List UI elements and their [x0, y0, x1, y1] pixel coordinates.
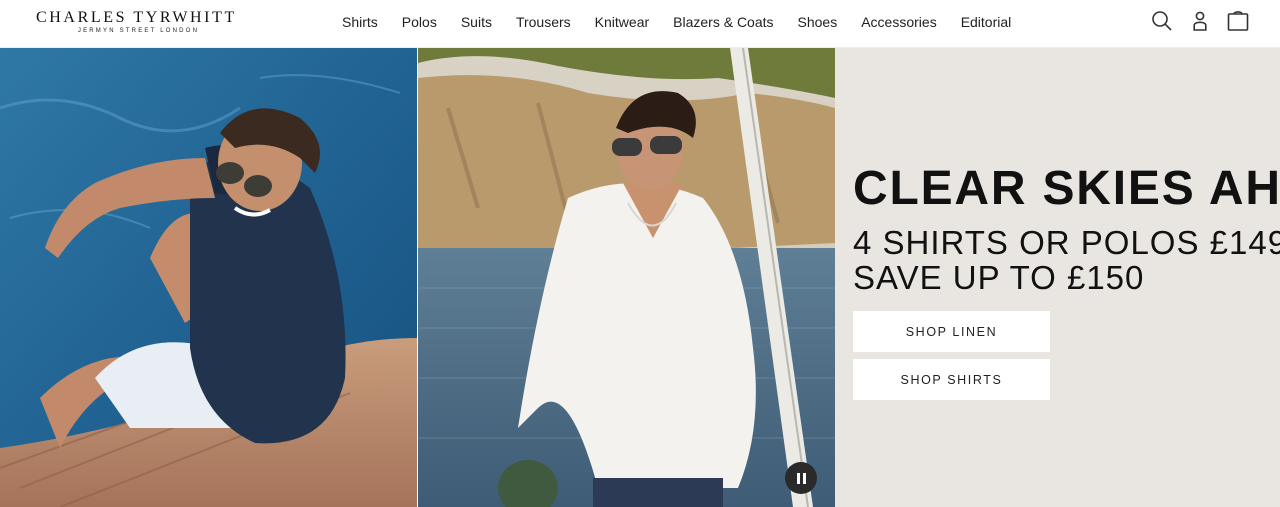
search-icon[interactable] [1150, 9, 1174, 33]
brand-logo[interactable]: CHARLES TYRWHITT JERMYN STREET LONDON [36, 10, 241, 36]
nav-item-blazers-coats[interactable]: Blazers & Coats [661, 14, 785, 30]
promo-headline: CLEAR SKIES AHEAD [853, 162, 1280, 215]
brand-tagline: JERMYN STREET LONDON [77, 28, 200, 34]
nav-item-shoes[interactable]: Shoes [786, 14, 850, 30]
nav-item-accessories[interactable]: Accessories [849, 14, 948, 30]
header-actions [1150, 9, 1250, 33]
nav-item-editorial[interactable]: Editorial [949, 14, 1024, 30]
main-navigation: Shirts Polos Suits Trousers Knitwear Bla… [330, 0, 1023, 44]
site-header: CHARLES TYRWHITT JERMYN STREET LONDON Sh… [0, 0, 1280, 48]
nav-item-shirts[interactable]: Shirts [330, 14, 390, 30]
account-icon[interactable] [1188, 9, 1212, 33]
promo-saving: SAVE UP TO £150 [853, 259, 1145, 296]
nav-item-polos[interactable]: Polos [390, 14, 449, 30]
carousel-pause-button[interactable] [785, 462, 817, 494]
nav-item-suits[interactable]: Suits [449, 14, 504, 30]
pause-icon-bar [802, 472, 806, 484]
pause-icon [796, 472, 800, 484]
promo-content: CLEAR SKIES AHEAD 4 SHIRTS OR POLOS £149… [853, 161, 1280, 400]
white-shirt-photo [418, 48, 835, 507]
bag-icon[interactable] [1226, 9, 1250, 33]
nav-item-knitwear[interactable]: Knitwear [583, 14, 661, 30]
promo-offer: 4 SHIRTS OR POLOS £149 [853, 224, 1280, 261]
navy-shirt-photo [0, 48, 417, 507]
shop-shirts-button[interactable]: SHOP SHIRTS [853, 359, 1050, 400]
hero-banner: CLEAR SKIES AHEAD 4 SHIRTS OR POLOS £149… [0, 48, 1280, 507]
brand-name: CHARLES TYRWHITT [36, 9, 237, 26]
promo-panel: CLEAR SKIES AHEAD 4 SHIRTS OR POLOS £149… [835, 48, 1280, 507]
hero-image-white-linen-shirt[interactable] [418, 48, 835, 507]
hero-image-navy-linen-shirt[interactable] [0, 48, 417, 507]
nav-item-trousers[interactable]: Trousers [504, 14, 583, 30]
shop-linen-button[interactable]: SHOP LINEN [853, 311, 1050, 352]
